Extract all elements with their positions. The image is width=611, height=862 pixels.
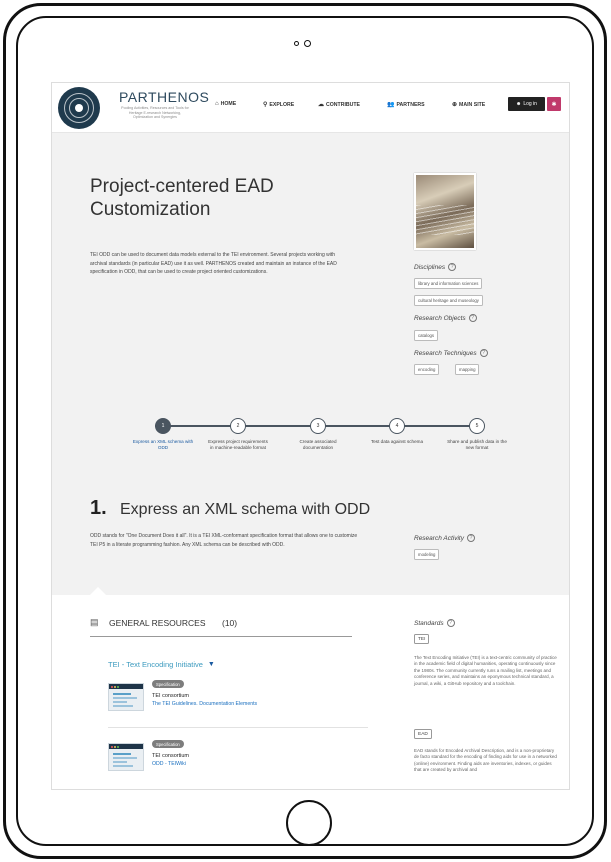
- home-button[interactable]: [286, 800, 332, 846]
- section-title: Express an XML schema with ODD: [120, 501, 371, 518]
- nav-contribute[interactable]: ☁ CONTRIBUTE: [318, 101, 361, 109]
- nav-main-site[interactable]: ⊕ MAIN SITE: [452, 101, 486, 109]
- login-button[interactable]: ☻ Log in: [508, 97, 545, 111]
- login-label: Log in: [523, 101, 537, 107]
- step-4[interactable]: 4: [389, 418, 405, 434]
- globe-icon: ⊕: [452, 102, 458, 108]
- step-1-label[interactable]: Express an XML schema with ODD: [132, 439, 194, 451]
- tag-discipline[interactable]: cultural heritage and museology: [414, 295, 483, 306]
- project-image: [414, 173, 476, 250]
- list-item: Specification TEI consortium The TEI Gui…: [108, 680, 368, 720]
- section-notch: [90, 587, 106, 595]
- step-2-label[interactable]: Express project requirements in machine-…: [207, 439, 269, 451]
- brand-name[interactable]: PARTHENOS: [119, 89, 209, 105]
- nav-main-site-label: MAIN SITE: [459, 101, 486, 108]
- standard-description: EAD stands for Encoded Archival Descript…: [414, 748, 557, 773]
- step-3-label[interactable]: Create associated documentation: [287, 439, 349, 451]
- cloud-upload-icon: ☁: [318, 102, 324, 108]
- home-icon: ⌂: [215, 101, 219, 107]
- help-icon[interactable]: ?: [448, 263, 457, 271]
- step-5[interactable]: 5: [469, 418, 485, 434]
- tag-research-object[interactable]: catalogs: [414, 330, 439, 341]
- nav-partners[interactable]: 👥 PARTNERS: [387, 101, 425, 109]
- eu-flag-icon[interactable]: ✱: [547, 97, 561, 111]
- help-icon[interactable]: ?: [446, 619, 455, 627]
- standards-label: Standards?: [414, 619, 455, 627]
- research-objects-label: Research Objects?: [414, 314, 477, 322]
- step-3[interactable]: 3: [310, 418, 326, 434]
- standard-description: The Text Encoding Initiative (TEI) is a …: [414, 655, 557, 686]
- nav-partners-label: PARTNERS: [396, 101, 425, 108]
- step-4-label[interactable]: Test data against schema: [366, 439, 428, 445]
- divider: [108, 727, 368, 728]
- disciplines-label: Disciplines?: [414, 263, 457, 271]
- caret-down-icon: ▼: [207, 661, 215, 668]
- resource-group-title: TEI - Text Encoding Initiative: [108, 660, 203, 669]
- search-icon: ⚲: [263, 102, 268, 108]
- list-item: Specification TEI consortium ODD - TEIWi…: [108, 740, 368, 780]
- nav-contribute-label: CONTRIBUTE: [326, 101, 361, 108]
- camera-icon: [294, 40, 311, 47]
- section-number: 1.: [90, 497, 107, 519]
- help-icon[interactable]: ?: [466, 534, 475, 542]
- step-1[interactable]: 1: [155, 418, 171, 434]
- logo-icon[interactable]: [58, 87, 100, 129]
- resource-thumbnail: [108, 743, 144, 771]
- standard-tag[interactable]: TEI: [414, 634, 430, 644]
- tag-research-activity[interactable]: modeling: [414, 549, 440, 560]
- resource-author: TEI consortium: [152, 753, 189, 759]
- nav-home[interactable]: ⌂ HOME: [215, 101, 236, 107]
- page-title: Project-centered EAD Customization: [90, 176, 274, 220]
- site-header: PARTHENOS Pooling Activities, Resources …: [52, 83, 569, 133]
- standard-tag[interactable]: EAD: [414, 729, 432, 739]
- tag-discipline[interactable]: library and information sciences: [414, 278, 483, 289]
- resource-type-badge: Specification: [152, 740, 184, 748]
- section-description: ODD stands for "One Document Does it all…: [90, 533, 358, 548]
- resource-link[interactable]: ODD - TEIWiki: [152, 761, 186, 767]
- page-intro: TEI ODD can be used to document data mod…: [90, 252, 337, 275]
- resource-link[interactable]: The TEI Guidelines. Documentation Elemen…: [152, 701, 257, 707]
- step-5-label[interactable]: Share and publish data in the new format: [446, 439, 508, 451]
- resource-thumbnail: [108, 683, 144, 711]
- research-activity-label: Research Activity?: [414, 534, 475, 542]
- users-icon: 👥: [387, 102, 395, 108]
- resource-author: TEI consortium: [152, 693, 189, 699]
- resources-title: GENERAL RESOURCES: [109, 618, 206, 628]
- document-icon: ▤: [90, 617, 99, 627]
- divider: [90, 636, 352, 637]
- screen: PARTHENOS Pooling Activities, Resources …: [51, 82, 570, 790]
- step-2[interactable]: 2: [230, 418, 246, 434]
- brand-tagline: Pooling Activities, Resources and Tools …: [121, 106, 189, 120]
- user-icon: ☻: [516, 101, 522, 107]
- help-icon[interactable]: ?: [479, 349, 488, 357]
- tag-research-technique[interactable]: encoding: [414, 364, 440, 375]
- help-icon[interactable]: ?: [468, 314, 477, 322]
- research-techniques-label: Research Techniques?: [414, 349, 488, 357]
- nav-explore[interactable]: ⚲ EXPLORE: [263, 101, 295, 109]
- tag-research-technique[interactable]: mapping: [455, 364, 480, 375]
- resource-type-badge: Specification: [152, 680, 184, 688]
- resource-group-toggle[interactable]: TEI - Text Encoding Initiative ▼: [108, 660, 215, 669]
- resources-count: (10): [222, 618, 238, 628]
- nav-explore-label: EXPLORE: [269, 101, 295, 108]
- nav-home-label: HOME: [220, 101, 237, 107]
